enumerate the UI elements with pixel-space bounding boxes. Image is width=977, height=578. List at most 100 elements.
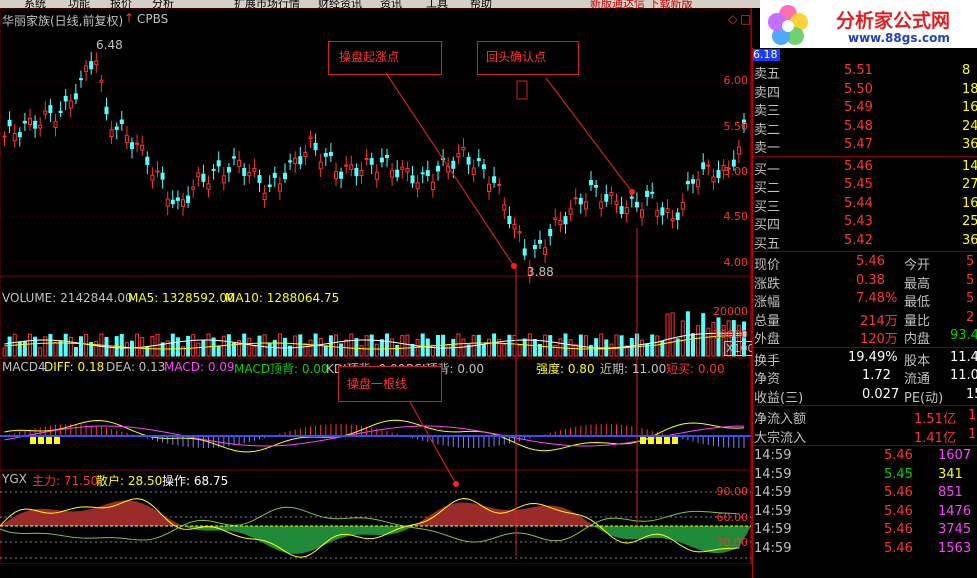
candle-body	[395, 169, 400, 178]
menu-item-extmarket[interactable]: 扩展市场行情	[234, 0, 300, 8]
candle-body	[619, 206, 624, 215]
indicator-name[interactable]: CPBS	[137, 12, 168, 26]
price-low-label: 3.88	[527, 265, 554, 279]
sell-row[interactable]: 卖四 5.50 18	[752, 81, 977, 101]
menu-item-tools[interactable]: 工具	[426, 0, 448, 8]
menu-item-info[interactable]: 资讯	[380, 0, 402, 8]
sell-price[interactable]: 5.50	[844, 82, 873, 97]
candle-body	[675, 212, 680, 220]
menu-item-system[interactable]: 系统	[24, 0, 46, 8]
signal-block	[54, 437, 60, 444]
sell-price[interactable]: 5.51	[844, 63, 873, 78]
volume-bar	[252, 345, 257, 357]
flow-row: 净流入额 1.51亿 1	[752, 407, 977, 427]
chart-title: 华丽家族(日线,前复权)	[2, 14, 124, 28]
candle-body	[573, 197, 578, 200]
candle-body	[670, 218, 675, 222]
volume-bar	[247, 337, 252, 357]
candle-body	[7, 119, 12, 127]
candle-body	[538, 239, 542, 244]
candle-body	[226, 167, 231, 173]
close-box-icon[interactable]: □	[740, 12, 751, 26]
menu-item-finance[interactable]: 财经资讯	[318, 0, 362, 8]
macd-strength: 强度: 0.80	[536, 362, 595, 376]
volume-bar	[298, 334, 303, 357]
buy-price[interactable]: 5.42	[844, 233, 873, 248]
stat-label: 股本	[904, 353, 931, 369]
buy-row[interactable]: 买二 5.45 27	[752, 176, 977, 196]
sell-row[interactable]: 卖五 5.51 8	[752, 62, 977, 82]
menu-item-quote[interactable]: 报价	[110, 0, 132, 8]
volume-bar	[58, 341, 63, 357]
stat-value: 7.48%	[856, 291, 898, 306]
tick-price: 5.46	[884, 522, 913, 537]
stat-value: 5	[966, 291, 975, 306]
volume-bar	[201, 340, 206, 357]
sell-row[interactable]: 卖二 5.48 24	[752, 118, 977, 138]
candle-body	[736, 146, 741, 155]
buy-price[interactable]: 5.44	[844, 196, 873, 211]
sell-price[interactable]: 5.48	[844, 119, 873, 134]
candle-body	[599, 201, 604, 209]
buy-row[interactable]: 买一 5.46 14	[752, 158, 977, 178]
candle-body	[114, 126, 119, 130]
menu-item-help[interactable]: 帮助	[470, 0, 492, 8]
tick-row[interactable]: 14:59 5.46 1607	[752, 447, 977, 466]
menu-item-analysis[interactable]: 分析	[152, 0, 174, 8]
stat-value: 0.38	[856, 272, 885, 288]
candle-body	[624, 207, 629, 215]
sell-level-label: 卖二	[754, 122, 781, 138]
tick-volume: 851	[938, 485, 963, 500]
arrow-line	[409, 401, 457, 485]
logo-url[interactable]: www.88gs.com	[848, 31, 950, 45]
buy-price[interactable]: 5.45	[844, 177, 873, 192]
volume-bar	[655, 335, 660, 357]
buy-price[interactable]: 5.43	[844, 214, 873, 229]
tick-time: 14:59	[754, 485, 792, 500]
sell-row[interactable]: 卖三 5.49 16	[752, 99, 977, 119]
candle-body	[609, 192, 614, 196]
candle-body	[430, 181, 435, 190]
sell-volume: 36	[962, 137, 977, 152]
arrow-start	[385, 72, 515, 267]
signal-block	[664, 437, 670, 444]
flow-value2: 1	[968, 408, 977, 423]
tick-row[interactable]: 14:59 5.46 1563	[752, 540, 977, 559]
candle-body	[58, 110, 63, 113]
candle-body	[543, 247, 548, 256]
candle-body	[22, 120, 27, 124]
tick-row[interactable]: 14:59 5.46 851	[752, 484, 977, 503]
candle-body	[614, 200, 619, 205]
sell-price[interactable]: 5.47	[844, 137, 873, 152]
tick-row[interactable]: 14:59 5.45 341	[752, 466, 977, 485]
ygx-name: YGX	[2, 472, 27, 486]
candle-body	[232, 156, 236, 159]
volume-bar	[379, 339, 384, 357]
sell-price[interactable]: 5.49	[844, 100, 873, 115]
stat-label: 净资	[754, 372, 781, 387]
volume-bar	[476, 334, 481, 357]
ygx-caozuo: 操作: 68.75	[162, 474, 229, 488]
axis-tick: 6.00	[723, 74, 749, 87]
candle-body	[650, 191, 655, 194]
volume-bar	[415, 339, 420, 357]
buy-row[interactable]: 买三 5.44 16	[752, 195, 977, 215]
tick-row[interactable]: 14:59 5.46 3745	[752, 521, 977, 540]
candle-body	[262, 192, 267, 201]
tick-row[interactable]: 14:59 5.46 1476	[752, 503, 977, 522]
sell-row[interactable]: 卖一 5.47 36	[752, 136, 977, 156]
candle-body	[323, 153, 328, 157]
volume-bar	[532, 339, 537, 357]
volume-bar	[609, 343, 614, 357]
volume-label: VOLUME: 2142844.00	[2, 291, 133, 305]
buy-row[interactable]: 买四 5.43 25	[752, 213, 977, 233]
nav-diamond-icon[interactable]: ◇	[728, 12, 737, 26]
buy-volume: 27	[962, 177, 977, 192]
candle-body	[298, 156, 303, 165]
buy-price[interactable]: 5.46	[844, 159, 873, 174]
menu-item-function[interactable]: 功能	[68, 0, 90, 8]
new-version-notice[interactable]: 新版通达信 下载新版	[590, 0, 693, 8]
buy-row[interactable]: 买五 5.42 36	[752, 232, 977, 252]
flow-value: 1.41亿	[914, 430, 956, 446]
chart-area[interactable]: 华丽家族(日线,前复权) ↑ CPBS ◇ □ 6.48 3.88 VOLUME…	[0, 8, 757, 564]
